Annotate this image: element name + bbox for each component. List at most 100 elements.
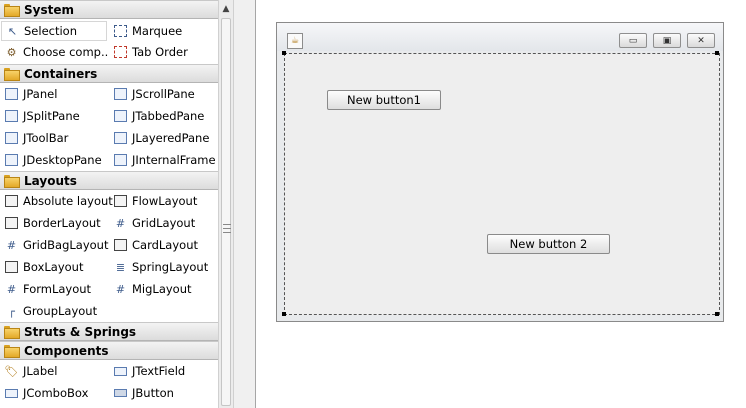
category-system[interactable]: System	[0, 0, 218, 19]
close-button[interactable]: ✕	[687, 33, 715, 48]
palette-item-jbutton[interactable]: JButton	[113, 383, 217, 403]
palette-item-miglayout[interactable]: # MigLayout	[113, 279, 217, 299]
category-label: Layouts	[24, 173, 77, 188]
resize-handle[interactable]	[715, 51, 719, 55]
palette-item-label: GroupLayout	[23, 304, 98, 318]
palette-item-label: JButton	[132, 386, 174, 400]
resize-handle[interactable]	[282, 51, 286, 55]
marquee-icon	[113, 24, 128, 39]
resize-handle[interactable]	[282, 312, 286, 316]
jlayeredpane-icon	[113, 131, 128, 146]
absolute-layout-icon	[4, 194, 19, 209]
palette-item-label: JScrollPane	[132, 87, 195, 101]
palette-item-springlayout[interactable]: ≣ SpringLayout	[113, 257, 217, 277]
cardlayout-icon	[113, 238, 128, 253]
minimize-button[interactable]: ▭	[619, 33, 647, 48]
palette-item-marquee[interactable]: Marquee	[113, 21, 217, 41]
folder-icon	[4, 326, 20, 339]
grouplayout-icon: ┌	[8, 304, 15, 318]
category-label: System	[24, 2, 74, 17]
palette-item-boxlayout[interactable]: BoxLayout	[4, 257, 108, 277]
palette-item-label: JLayeredPane	[132, 131, 210, 145]
resize-handle[interactable]	[715, 312, 719, 316]
palette-item-jdesktoppane[interactable]: JDesktopPane	[4, 150, 108, 170]
jbutton-icon	[113, 386, 128, 401]
content-pane[interactable]: New button1 New button 2	[284, 53, 720, 315]
palette-item-label: JDesktopPane	[23, 153, 102, 167]
new-button-1[interactable]: New button1	[327, 90, 441, 110]
jtoolbar-icon	[4, 131, 19, 146]
palette-item-jcombobox[interactable]: JComboBox	[4, 383, 108, 403]
palette-item-label: Marquee	[132, 24, 183, 38]
palette-scrollbar[interactable]: ▲	[218, 0, 234, 408]
choose-component-icon: ⚙	[6, 45, 17, 59]
palette-item-label: JSplitPane	[23, 109, 80, 123]
design-canvas[interactable]: ☕ ▭ ▣ ✕ New button1 New button 2	[256, 0, 746, 408]
palette-item-label: Choose comp...	[23, 45, 108, 59]
folder-icon	[4, 68, 20, 81]
palette-item-gridbaglayout[interactable]: # GridBagLayout	[4, 235, 113, 255]
palette-item-tab-order[interactable]: Tab Order	[113, 42, 217, 62]
jscrollpane-icon	[113, 87, 128, 102]
palette-item-label: Absolute layout	[23, 194, 113, 208]
tab-order-icon	[113, 45, 128, 60]
palette-item-label: JLabel	[23, 364, 58, 378]
scroll-up-arrow-icon[interactable]: ▲	[219, 0, 233, 17]
palette-item-jlayeredpane[interactable]: JLayeredPane	[113, 128, 217, 148]
palette-item-label: JTextField	[132, 364, 186, 378]
scroll-grip-icon	[223, 224, 231, 233]
category-layouts[interactable]: Layouts	[0, 171, 218, 190]
palette-item-jpanel[interactable]: JPanel	[4, 84, 108, 104]
palette-item-label: BorderLayout	[23, 216, 101, 230]
palette-item-gridlayout[interactable]: # GridLayout	[113, 213, 217, 233]
palette-item-cardlayout[interactable]: CardLayout	[113, 235, 217, 255]
palette-item-label: FormLayout	[23, 282, 92, 296]
miglayout-icon: #	[115, 282, 126, 296]
palette-item-flowlayout[interactable]: FlowLayout	[113, 191, 217, 211]
palette-item-selection[interactable]: ↖ Selection	[1, 21, 107, 41]
borderlayout-icon	[4, 216, 19, 231]
gridlayout-icon: #	[115, 216, 126, 230]
jdesktoppane-icon	[4, 153, 19, 168]
palette-item-label: JToolBar	[23, 131, 69, 145]
palette-item-jsplitpane[interactable]: JSplitPane	[4, 106, 108, 126]
palette-item-label: JPanel	[23, 87, 58, 101]
palette-item-jinternalframe[interactable]: JInternalFrame	[113, 150, 217, 170]
scroll-thumb[interactable]	[221, 18, 231, 406]
palette-item-label: BoxLayout	[23, 260, 84, 274]
palette-item-label: MigLayout	[132, 282, 192, 296]
palette-item-jtextfield[interactable]: JTextField	[113, 361, 217, 381]
palette-item-jscrollpane[interactable]: JScrollPane	[113, 84, 217, 104]
palette-item-label: CardLayout	[132, 238, 198, 252]
palette-item-label: GridLayout	[132, 216, 196, 230]
palette-item-jtoolbar[interactable]: JToolBar	[4, 128, 108, 148]
boxlayout-icon	[4, 260, 19, 275]
category-components[interactable]: Components	[0, 341, 218, 360]
category-struts-springs[interactable]: Struts & Springs	[0, 322, 218, 341]
flowlayout-icon	[113, 194, 128, 209]
jinternalframe-icon	[113, 153, 128, 168]
arrow-pointer-icon: ↖	[7, 24, 18, 38]
palette-item-label: JInternalFrame	[132, 153, 216, 167]
palette-item-grouplayout[interactable]: ┌ GroupLayout	[4, 301, 108, 321]
jlabel-icon: 🏷	[4, 364, 19, 378]
maximize-button[interactable]: ▣	[653, 33, 681, 48]
jframe-preview[interactable]: ☕ ▭ ▣ ✕ New button1 New button 2	[276, 22, 724, 322]
palette-item-label: JComboBox	[23, 386, 89, 400]
frame-titlebar[interactable]: ☕ ▭ ▣ ✕	[277, 23, 723, 51]
palette-item-jtabbedpane[interactable]: JTabbedPane	[113, 106, 217, 126]
category-containers[interactable]: Containers	[0, 64, 218, 83]
palette-item-formlayout[interactable]: # FormLayout	[4, 279, 108, 299]
palette-item-absolute-layout[interactable]: Absolute layout	[4, 191, 113, 211]
formlayout-icon: #	[6, 282, 17, 296]
palette-item-borderlayout[interactable]: BorderLayout	[4, 213, 108, 233]
java-app-icon: ☕	[287, 33, 303, 49]
palette-item-label: GridBagLayout	[23, 238, 109, 252]
category-label: Containers	[24, 66, 98, 81]
palette-item-choose-component[interactable]: ⚙ Choose comp...	[4, 42, 108, 62]
jtextfield-icon	[113, 364, 128, 379]
palette-item-jlabel[interactable]: 🏷 JLabel	[4, 361, 108, 381]
palette-item-label: Selection	[24, 24, 77, 38]
folder-icon	[4, 175, 20, 188]
new-button-2[interactable]: New button 2	[487, 234, 610, 254]
